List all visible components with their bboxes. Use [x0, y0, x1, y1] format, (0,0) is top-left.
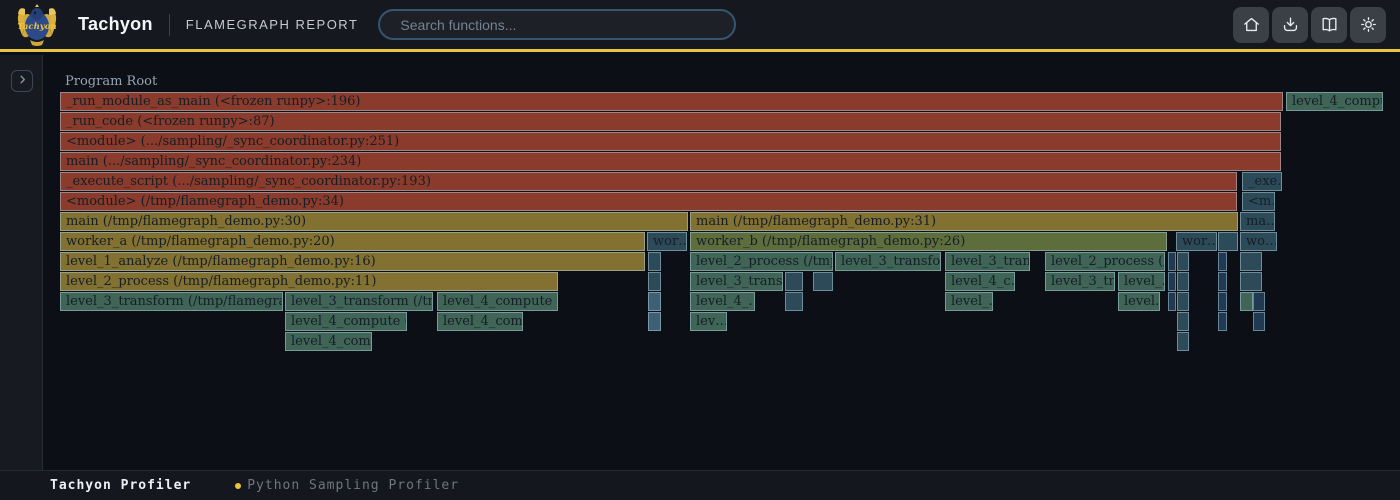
- svg-text:Tachyon: Tachyon: [17, 22, 56, 32]
- sidebar-expand-button[interactable]: [11, 70, 33, 92]
- flame-frame[interactable]: level_4_…: [690, 292, 755, 311]
- docs-button[interactable]: [1311, 7, 1347, 43]
- toolbar: [1233, 7, 1386, 43]
- flame-frame[interactable]: _run_module_as_main (<frozen runpy>:196): [60, 92, 1283, 111]
- sidebar: [0, 55, 43, 470]
- flame-frame[interactable]: <module> (.../sampling/_sync_coordinator…: [60, 132, 1281, 151]
- download-button[interactable]: [1272, 7, 1308, 43]
- download-icon: [1281, 15, 1300, 34]
- flame-frame[interactable]: level_4_compute (/t…: [437, 292, 558, 311]
- book-icon: [1320, 15, 1339, 34]
- flame-frame[interactable]: [1240, 292, 1253, 311]
- header-divider: [169, 14, 170, 36]
- flamegraph: Program Root _run_module_as_main (<froze…: [0, 0, 1400, 470]
- flame-frame[interactable]: worker_a (/tmp/flamegraph_demo.py:20): [60, 232, 645, 251]
- status-app-name: Tachyon Profiler: [50, 478, 191, 493]
- flame-frame[interactable]: wo…: [1240, 232, 1277, 251]
- flame-frame[interactable]: [1218, 252, 1227, 271]
- flame-frame[interactable]: level_3_transform…: [835, 252, 941, 271]
- flame-frame[interactable]: _run_code (<frozen runpy>:87): [60, 112, 1281, 131]
- flame-frame[interactable]: level_2_process (/tmp/flamegraph_demo.py…: [60, 272, 558, 291]
- home-button[interactable]: [1233, 7, 1269, 43]
- flame-frame[interactable]: level_4_compute (/t…: [285, 312, 407, 331]
- flame-frame[interactable]: worker_b (/tmp/flamegraph_demo.py:26): [690, 232, 1167, 251]
- flame-frame[interactable]: level_…: [1118, 272, 1165, 291]
- flame-frame[interactable]: [1218, 312, 1227, 331]
- flame-frame[interactable]: _execute_script (.../sampling/_sync_coor…: [60, 172, 1237, 191]
- status-dot-icon: [235, 483, 241, 489]
- flame-frame[interactable]: lev…: [690, 312, 727, 331]
- flame-frame[interactable]: [1253, 312, 1265, 331]
- flame-frame[interactable]: [1168, 272, 1176, 291]
- flame-frame[interactable]: _exe…: [1242, 172, 1282, 191]
- flame-frame[interactable]: level_4_com…: [437, 312, 523, 331]
- flame-frame[interactable]: level_…: [945, 292, 993, 311]
- search-input[interactable]: [378, 9, 736, 40]
- flame-frame[interactable]: [1177, 332, 1189, 351]
- status-subtitle: Python Sampling Profiler: [247, 478, 459, 493]
- flame-frame[interactable]: level_3_trans…: [945, 252, 1030, 271]
- flame-frame[interactable]: level_4_com…: [285, 332, 372, 351]
- flame-frame[interactable]: level_3_transform (/tmp/fl…: [285, 292, 433, 311]
- home-icon: [1242, 15, 1261, 34]
- flame-frame[interactable]: ma…: [1240, 212, 1275, 231]
- flame-frame[interactable]: [1253, 292, 1265, 311]
- flame-frame[interactable]: main (/tmp/flamegraph_demo.py:31): [690, 212, 1238, 231]
- flame-frame[interactable]: [1240, 252, 1262, 271]
- flame-frame[interactable]: [648, 272, 661, 291]
- flame-frame[interactable]: level_3_tr…: [1045, 272, 1115, 291]
- flame-frame[interactable]: [1218, 232, 1238, 251]
- flame-frame[interactable]: [1218, 292, 1227, 311]
- flame-frame[interactable]: [1177, 252, 1189, 271]
- flame-frame[interactable]: level_3_transf…: [690, 272, 783, 291]
- flame-frame[interactable]: [813, 272, 833, 291]
- flame-frame[interactable]: [1240, 272, 1262, 291]
- flame-frame[interactable]: level_2_process (/tmp/fla…: [690, 252, 833, 271]
- flame-frame[interactable]: [648, 312, 661, 331]
- flame-frame[interactable]: [785, 292, 803, 311]
- app-title: Tachyon: [78, 14, 153, 35]
- chevron-right-icon: [17, 74, 28, 85]
- flame-frame[interactable]: level_1_analyze (/tmp/flamegraph_demo.py…: [60, 252, 645, 271]
- flame-frame[interactable]: [1177, 312, 1189, 331]
- flame-frame[interactable]: [648, 252, 661, 271]
- sun-icon: [1359, 15, 1378, 34]
- tachyon-logo-icon: Tachyon: [16, 2, 58, 48]
- flame-frame[interactable]: [648, 292, 661, 311]
- flame-frame[interactable]: [1168, 252, 1176, 271]
- flame-frame[interactable]: level_4_c…: [945, 272, 1015, 291]
- flame-frame[interactable]: [1218, 272, 1227, 291]
- flame-frame[interactable]: wor…: [1176, 232, 1217, 251]
- flame-root-label: Program Root: [65, 74, 157, 90]
- flame-frame[interactable]: <module> (/tmp/flamegraph_demo.py:34): [60, 192, 1237, 211]
- flame-frame[interactable]: [1168, 292, 1176, 311]
- header: Tachyon Tachyon FLAMEGRAPH REPORT: [0, 0, 1400, 52]
- flame-frame[interactable]: level_2_process (/tm…: [1045, 252, 1165, 271]
- report-type-label: FLAMEGRAPH REPORT: [186, 17, 359, 32]
- flame-frame[interactable]: wor…: [647, 232, 687, 251]
- flame-frame[interactable]: [1177, 292, 1189, 311]
- flame-frame[interactable]: level…: [1118, 292, 1160, 311]
- flame-frame[interactable]: level_3_transform (/tmp/flamegraph_dem…: [60, 292, 283, 311]
- flame-frame[interactable]: [1177, 272, 1189, 291]
- flame-frame[interactable]: <m…: [1242, 192, 1275, 211]
- flame-frame[interactable]: main (/tmp/flamegraph_demo.py:30): [60, 212, 688, 231]
- flame-frame[interactable]: level_4_comput…: [1286, 92, 1383, 111]
- status-bar: Tachyon Profiler Python Sampling Profile…: [0, 470, 1400, 500]
- flame-frame[interactable]: [785, 272, 803, 291]
- flame-frame[interactable]: main (.../sampling/_sync_coordinator.py:…: [60, 152, 1281, 171]
- theme-button[interactable]: [1350, 7, 1386, 43]
